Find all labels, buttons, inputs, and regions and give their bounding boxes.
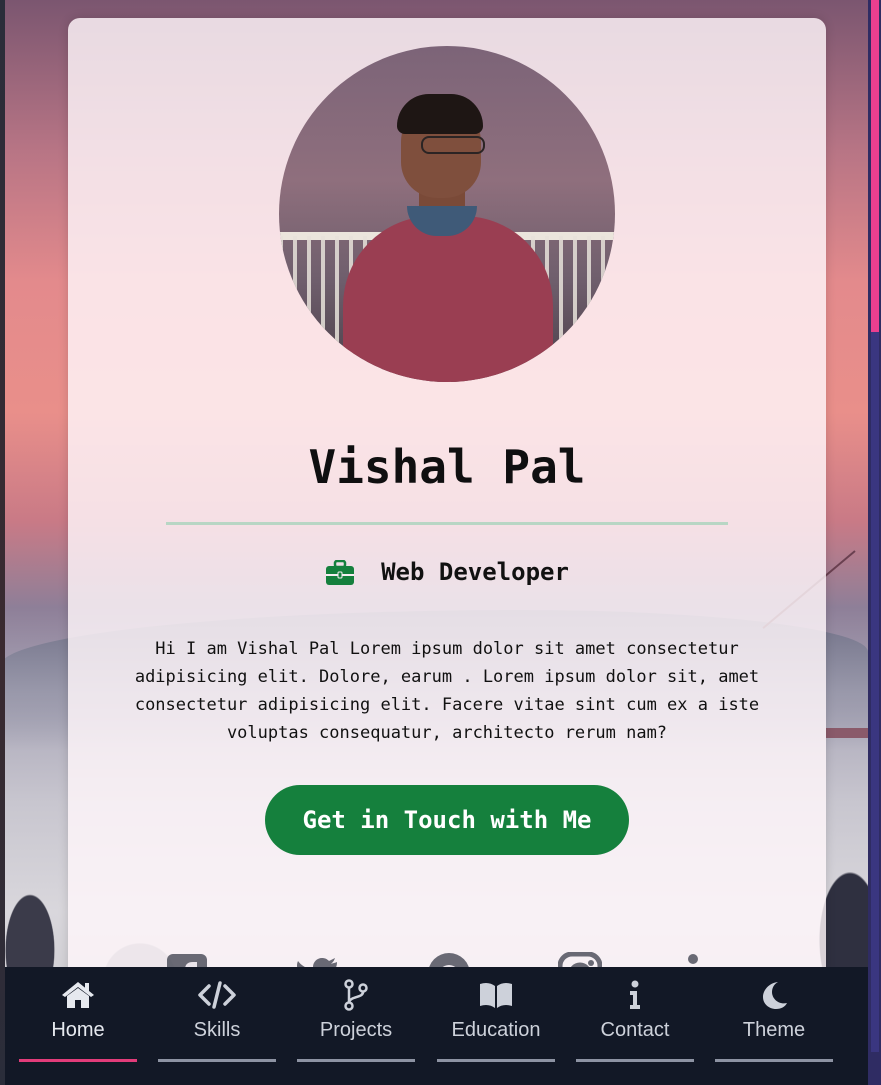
nav-item-theme[interactable]: Theme: [715, 967, 833, 1062]
nav-item-projects[interactable]: Projects: [297, 967, 415, 1062]
nav-item-contact[interactable]: Contact: [576, 967, 694, 1062]
nav-item-home[interactable]: Home: [19, 967, 137, 1062]
profile-avatar: [279, 46, 615, 382]
nav-inactive-indicator: [576, 1059, 694, 1062]
profile-card: Vishal Pal Web Developer Hi I am Vishal …: [68, 18, 826, 1018]
nav-item-contact-label: Contact: [600, 1019, 670, 1041]
nav-item-skills-label: Skills: [193, 1019, 241, 1041]
info-icon: [628, 979, 642, 1011]
nav-inactive-indicator: [158, 1059, 276, 1062]
scrollbar-track[interactable]: [871, 332, 879, 1052]
home-icon: [61, 979, 95, 1011]
nav-item-education[interactable]: Education: [437, 967, 555, 1062]
profile-role: Web Developer: [68, 558, 826, 586]
nav-inactive-indicator: [437, 1059, 555, 1062]
code-icon: [198, 979, 236, 1011]
scrollbar-thumb[interactable]: [871, 0, 879, 332]
nav-item-home-label: Home: [51, 1019, 105, 1041]
left-edge-strip: [0, 0, 5, 1085]
name-divider: [166, 522, 728, 525]
profile-bio: Hi I am Vishal Pal Lorem ipsum dolor sit…: [134, 639, 760, 743]
nav-active-indicator: [19, 1059, 137, 1062]
bottom-navigation: Home Skills Projects Education Contact T…: [5, 967, 868, 1085]
avatar-sweater: [343, 216, 553, 382]
nav-item-projects-label: Projects: [319, 1019, 393, 1041]
git-branch-icon: [343, 979, 369, 1011]
nav-inactive-indicator: [297, 1059, 415, 1062]
profile-role-text: Web Developer: [381, 558, 569, 586]
nav-item-education-label: Education: [451, 1019, 541, 1041]
profile-name: Vishal Pal: [308, 440, 586, 494]
nav-item-theme-label: Theme: [742, 1019, 806, 1041]
page-scrollbar[interactable]: [868, 0, 881, 1085]
bridge-deck: [826, 728, 868, 738]
briefcase-icon: [325, 559, 355, 585]
avatar-glasses: [421, 136, 485, 154]
moon-icon: [759, 979, 789, 1011]
book-icon: [479, 979, 513, 1011]
avatar-hair: [397, 94, 483, 134]
get-in-touch-button[interactable]: Get in Touch with Me: [265, 785, 629, 855]
nav-item-skills[interactable]: Skills: [158, 967, 276, 1062]
nav-inactive-indicator: [715, 1059, 833, 1062]
